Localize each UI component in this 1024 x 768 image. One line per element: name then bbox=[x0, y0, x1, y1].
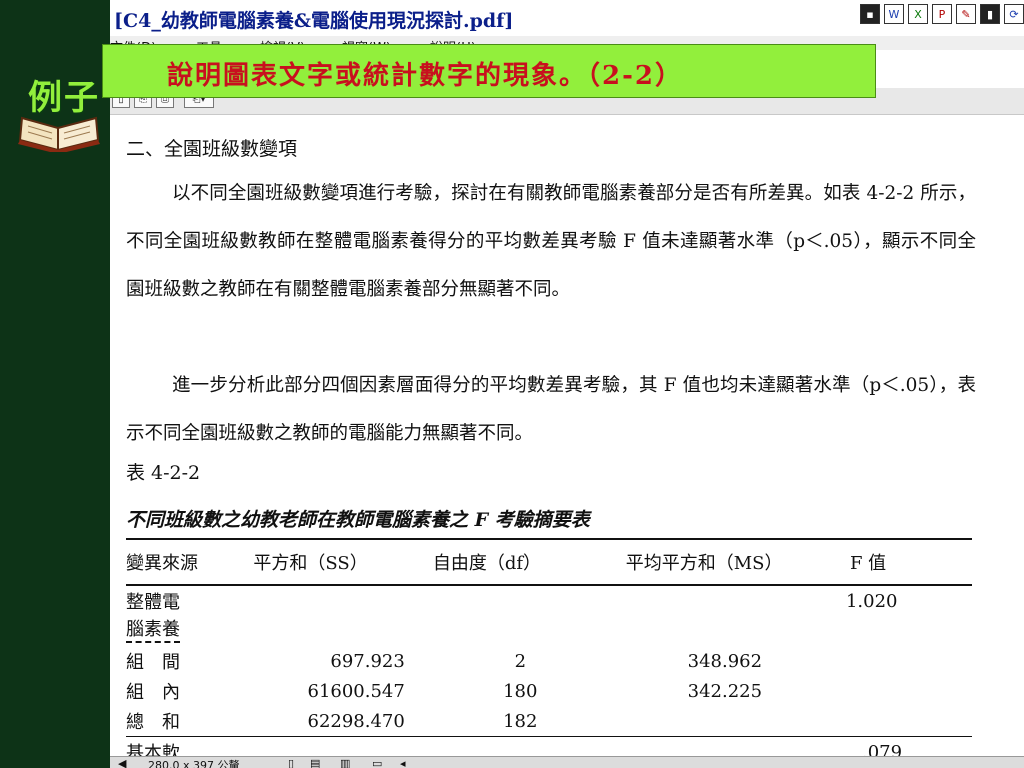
table-header-row: 變異來源 平方和（SS） 自由度（df） 平均平方和（MS） F 值 bbox=[126, 538, 972, 586]
row-ss: 62298.470 bbox=[307, 710, 405, 732]
folder-icon[interactable]: ▭ bbox=[372, 757, 382, 768]
row-source: 組 內 bbox=[126, 682, 180, 703]
paragraph-2: 進一步分析此部分四個因素層面得分的平均數差異考驗，其 F 值也均未達顯著水準（p… bbox=[126, 375, 976, 444]
continuous-icon[interactable]: ▤ bbox=[310, 757, 320, 768]
window-titlebar: [C4_幼教師電腦素養&電腦使用現況探討.pdf] ▪ W X P ✎ ▮ ⟳ bbox=[110, 0, 1024, 37]
example-label: 例子 bbox=[28, 78, 100, 118]
row-ss: 697.923 bbox=[330, 650, 405, 672]
section-heading: 二、全園班級數變項 bbox=[126, 138, 298, 160]
header-ss: 平方和（SS） bbox=[253, 538, 405, 586]
table-label: 表 4-2-2 bbox=[126, 462, 201, 484]
table-row: 整體電 1.020 bbox=[126, 585, 972, 616]
status-bar: ◀ 280.0 x 397 公釐 ▯ ▤ ▥ ▭ ◂ bbox=[110, 756, 1024, 768]
black-icon[interactable]: ▮ bbox=[980, 4, 1000, 24]
header-f: F 值 bbox=[833, 538, 972, 586]
word-icon[interactable]: W bbox=[884, 4, 904, 24]
header-source: 變異來源 bbox=[126, 538, 254, 586]
row-df: 180 bbox=[503, 680, 538, 702]
slide-banner: 說明圖表文字或統計數字的現象。（2-2） bbox=[102, 44, 876, 98]
refresh-icon[interactable]: ⟳ bbox=[1004, 4, 1024, 24]
table-title: 不同班級數之幼教老師在教師電腦素養之 F 考驗摘要表 bbox=[126, 509, 590, 531]
banner-text: 說明圖表文字或統計數字的現象。（2-2） bbox=[167, 61, 683, 91]
table-row: 組 間 697.923 2 348.962 bbox=[126, 646, 972, 676]
paragraph-1: 以不同全園班級數變項進行考驗，探討在有關教師電腦素養部分是否有所差異。如表 4-… bbox=[126, 183, 976, 300]
window-title: [C4_幼教師電腦素養&電腦使用現況探討.pdf] bbox=[114, 10, 514, 32]
table-row: 組 內 61600.547 180 342.225 bbox=[126, 676, 972, 706]
row-df: 182 bbox=[503, 710, 538, 732]
page-size-readout: 280.0 x 397 公釐 bbox=[148, 759, 240, 768]
powerpoint-icon[interactable]: P bbox=[932, 4, 952, 24]
pencil-icon[interactable]: ✎ bbox=[956, 4, 976, 24]
row-ms bbox=[616, 706, 834, 737]
scroll-left-icon[interactable]: ◂ bbox=[400, 757, 406, 768]
header-ms: 平均平方和（MS） bbox=[615, 538, 834, 586]
single-page-icon[interactable]: ▯ bbox=[288, 757, 294, 768]
row-source: 組 間 bbox=[126, 652, 180, 673]
table-row: 總 和 62298.470 182 bbox=[126, 706, 972, 737]
group-label-line1: 整體電 bbox=[126, 592, 180, 613]
excel-icon[interactable]: X bbox=[908, 4, 928, 24]
row-ss: 61600.547 bbox=[307, 680, 405, 702]
header-df: 自由度（df） bbox=[404, 538, 616, 586]
taskbar-icons: ▪ W X P ✎ ▮ ⟳ bbox=[860, 4, 1024, 26]
row-df: 2 bbox=[514, 650, 527, 672]
row-ms: 342.225 bbox=[687, 680, 763, 702]
group-f-value: 1.020 bbox=[845, 590, 898, 612]
group-label-line2: 腦素養 bbox=[126, 619, 180, 643]
pdf-viewer-window: [C4_幼教師電腦素養&電腦使用現況探討.pdf] ▪ W X P ✎ ▮ ⟳ … bbox=[110, 0, 1024, 768]
row-ms: 348.962 bbox=[687, 650, 763, 672]
anova-table: 變異來源 平方和（SS） 自由度（df） 平均平方和（MS） F 值 整體電 1… bbox=[126, 538, 972, 767]
nav-arrow-icon[interactable]: ◀ bbox=[118, 757, 126, 768]
row-source: 總 和 bbox=[126, 712, 180, 733]
facing-icon[interactable]: ▥ bbox=[340, 757, 350, 768]
app-icon[interactable]: ▪ bbox=[860, 4, 880, 24]
table-row: 腦素養 bbox=[126, 616, 972, 646]
